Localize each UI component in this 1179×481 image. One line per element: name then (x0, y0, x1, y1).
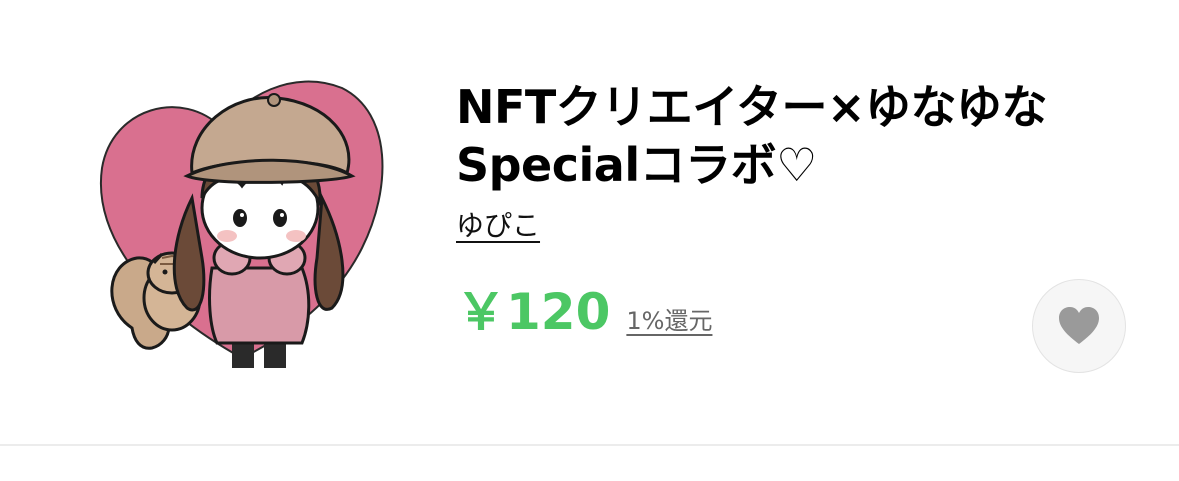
sticker-title: NFTクリエイター×ゆなゆな Specialコラボ♡ (456, 78, 1116, 194)
price: ￥120 (456, 283, 611, 341)
sticker-title-line1: NFTクリエイター×ゆなゆな (456, 80, 1048, 134)
sticker-thumbnail-image[interactable] (92, 58, 392, 378)
sticker-title-line2: Specialコラボ♡ (456, 138, 817, 192)
sticker-info: NFTクリエイター×ゆなゆな Specialコラボ♡ ゆぴこ ￥120 1%還元 (456, 78, 1116, 340)
points-return-link[interactable]: 1%還元 (626, 301, 712, 336)
favorite-button[interactable] (1032, 279, 1126, 373)
divider (0, 444, 1179, 446)
heart-icon (1059, 307, 1099, 344)
price-row: ￥120 1%還元 (456, 284, 1116, 340)
author-link[interactable]: ゆぴこ (456, 208, 540, 244)
sticker-product-card: NFTクリエイター×ゆなゆな Specialコラボ♡ ゆぴこ ￥120 1%還元 (0, 0, 1179, 481)
